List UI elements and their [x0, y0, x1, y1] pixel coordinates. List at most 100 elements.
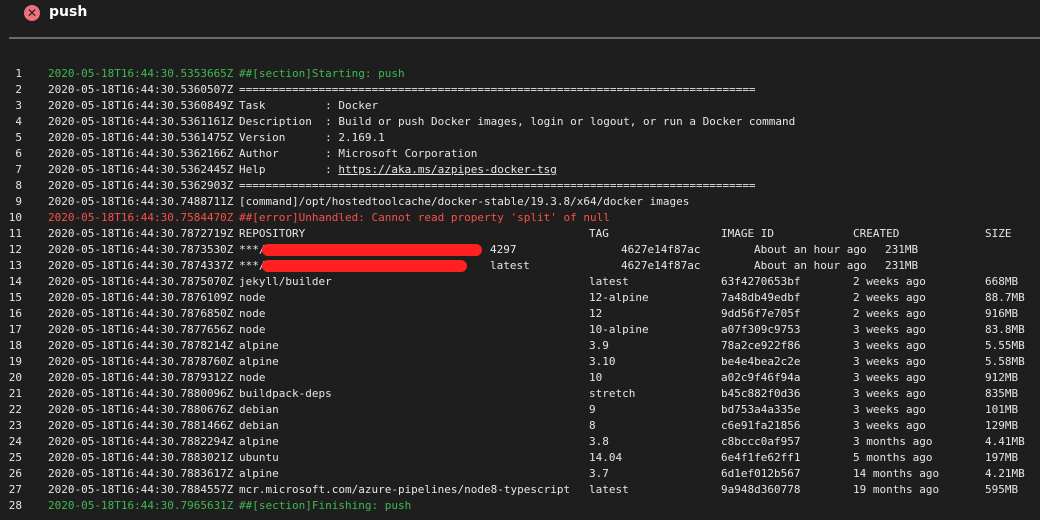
- log-message: Author : Microsoft Corporation: [239, 147, 478, 160]
- size-cell: 88.7MB: [985, 291, 1025, 304]
- image-id-cell: 4627e14f87ac: [621, 259, 701, 272]
- column-header-created: CREATED: [853, 227, 900, 240]
- tag-cell: 14.04: [589, 451, 623, 464]
- job-header: ✕ push: [0, 0, 1040, 38]
- repository-cell: alpine: [239, 355, 279, 368]
- size-cell: 595MB: [985, 483, 1019, 496]
- tag-cell: 3.7: [589, 467, 609, 480]
- table-row: 18 2020-05-18T16:44:30.7878214Z alpine 3.9 7…: [0, 338, 1040, 354]
- log-message: Task : Docker: [239, 99, 379, 112]
- size-cell: 916MB: [985, 307, 1019, 320]
- timestamp: 2020-05-18T16:44:30.7875070Z: [48, 275, 234, 288]
- log-line: 4 2020-05-18T16:44:30.5361161Z Description…: [0, 114, 1040, 130]
- repository-cell: mcr.microsoft.com/azure-pipelines/node8-…: [239, 483, 571, 496]
- table-row: 14 2020-05-18T16:44:30.7875070Z jekyll/bui…: [0, 274, 1040, 290]
- size-cell: 4.21MB: [985, 467, 1025, 480]
- help-link[interactable]: https://aka.ms/azpipes-docker-tsg: [338, 163, 557, 176]
- tag-cell: 3.8: [589, 435, 609, 448]
- timestamp: 2020-05-18T16:44:30.5362445Z: [48, 163, 234, 176]
- timestamp: 2020-05-18T16:44:30.5353665Z: [48, 67, 234, 80]
- timestamp: 2020-05-18T16:44:30.7883021Z: [48, 451, 234, 464]
- timestamp: 2020-05-18T16:44:30.7965631Z: [48, 499, 234, 512]
- tag-cell: 10-alpine: [589, 323, 649, 336]
- header-divider: [9, 37, 1040, 39]
- timestamp: 2020-05-18T16:44:30.7872719Z: [48, 227, 234, 240]
- timestamp: 2020-05-18T16:44:30.7879312Z: [48, 371, 234, 384]
- column-header-image-id: IMAGE ID: [721, 227, 774, 240]
- table-row: 23 2020-05-18T16:44:30.7881466Z debian 8 c6e…: [0, 418, 1040, 434]
- tag-cell: 3.9: [589, 339, 609, 352]
- table-row: 27 2020-05-18T16:44:30.7884557Z mcr.micros…: [0, 482, 1040, 498]
- column-header-tag: TAG: [589, 227, 609, 240]
- log-message: ========================================…: [239, 83, 756, 96]
- timestamp: 2020-05-18T16:44:30.7584470Z: [48, 211, 234, 224]
- line-number: 22: [8, 403, 22, 416]
- line-number: 1: [15, 67, 22, 80]
- timestamp: 2020-05-18T16:44:30.5362903Z: [48, 179, 234, 192]
- created-cell: 3 weeks ago: [853, 419, 926, 432]
- timestamp: 2020-05-18T16:44:30.7878760Z: [48, 355, 234, 368]
- repository-cell: debian: [239, 403, 279, 416]
- tag-cell: 10: [589, 371, 603, 384]
- timestamp: 2020-05-18T16:44:30.7878214Z: [48, 339, 234, 352]
- size-cell: 231MB: [885, 259, 919, 272]
- created-cell: About an hour ago: [754, 243, 867, 256]
- tag-cell: 12: [589, 307, 603, 320]
- log-line: 2 2020-05-18T16:44:30.5360507Z ===========…: [0, 82, 1040, 98]
- repository-cell: jekyll/builder: [239, 275, 332, 288]
- table-row: 22 2020-05-18T16:44:30.7880676Z debian 9 bd7…: [0, 402, 1040, 418]
- line-number: 19: [8, 355, 22, 368]
- log-line: 7 2020-05-18T16:44:30.5362445Z Help : http…: [0, 162, 1040, 178]
- tag-cell: latest: [589, 483, 629, 496]
- line-number: 24: [8, 435, 22, 448]
- table-row: 20 2020-05-18T16:44:30.7879312Z node 10 a02c…: [0, 370, 1040, 386]
- timestamp: 2020-05-18T16:44:30.7876850Z: [48, 307, 234, 320]
- tag-cell: latest: [490, 259, 530, 272]
- timestamp: 2020-05-18T16:44:30.7884557Z: [48, 483, 234, 496]
- column-header-repository: REPOSITORY: [239, 227, 306, 240]
- column-header-size: SIZE: [985, 227, 1012, 240]
- redaction-mark: [262, 260, 467, 272]
- created-cell: 2 weeks ago: [853, 291, 926, 304]
- log-message: ##[section]Starting: push: [239, 67, 405, 80]
- repository-cell: alpine: [239, 435, 279, 448]
- line-number: 7: [15, 163, 22, 176]
- size-cell: 197MB: [985, 451, 1019, 464]
- created-cell: 2 weeks ago: [853, 275, 926, 288]
- size-cell: 101MB: [985, 403, 1019, 416]
- timestamp: 2020-05-18T16:44:30.7876109Z: [48, 291, 234, 304]
- log-line: 8 2020-05-18T16:44:30.5362903Z ===========…: [0, 178, 1040, 194]
- image-id-cell: 4627e14f87ac: [621, 243, 701, 256]
- line-number: 6: [15, 147, 22, 160]
- timestamp: 2020-05-18T16:44:30.7880096Z: [48, 387, 234, 400]
- timestamp: 2020-05-18T16:44:30.7874337Z: [48, 259, 234, 272]
- log-line: 3 2020-05-18T16:44:30.5360849Z Task : Dock…: [0, 98, 1040, 114]
- log-line: 12 2020-05-18T16:44:30.7873530Z ***/4297 46…: [0, 242, 1040, 258]
- image-id-cell: 6e4f1fe62ff1: [721, 451, 801, 464]
- repository-cell: alpine: [239, 339, 279, 352]
- log-message: Help : https://aka.ms/azpipes-docker-tsg: [239, 163, 557, 176]
- log-message: [command]/opt/hostedtoolcache/docker-sta…: [239, 195, 690, 208]
- size-cell: 129MB: [985, 419, 1019, 432]
- size-cell: 83.8MB: [985, 323, 1025, 336]
- tag-cell: 8: [589, 419, 596, 432]
- log-line: 5 2020-05-18T16:44:30.5361475Z Version : 2…: [0, 130, 1040, 146]
- timestamp: 2020-05-18T16:44:30.7873530Z: [48, 243, 234, 256]
- table-row: 21 2020-05-18T16:44:30.7880096Z buildpack-…: [0, 386, 1040, 402]
- repository-cell: node: [239, 307, 266, 320]
- tag-cell: stretch: [589, 387, 636, 400]
- table-row: 24 2020-05-18T16:44:30.7882294Z alpine 3.8 c…: [0, 434, 1040, 450]
- timestamp: 2020-05-18T16:44:30.7883617Z: [48, 467, 234, 480]
- size-cell: 5.58MB: [985, 355, 1025, 368]
- line-number: 12: [8, 243, 22, 256]
- repository-cell: node: [239, 323, 266, 336]
- size-cell: 231MB: [885, 243, 919, 256]
- created-cell: 2 weeks ago: [853, 307, 926, 320]
- error-x-icon: ✕: [24, 5, 40, 21]
- created-cell: About an hour ago: [754, 259, 867, 272]
- repository-cell: debian: [239, 419, 279, 432]
- redaction-mark: [262, 244, 482, 256]
- line-number: 14: [8, 275, 22, 288]
- line-number: 5: [15, 131, 22, 144]
- line-number: 18: [8, 339, 22, 352]
